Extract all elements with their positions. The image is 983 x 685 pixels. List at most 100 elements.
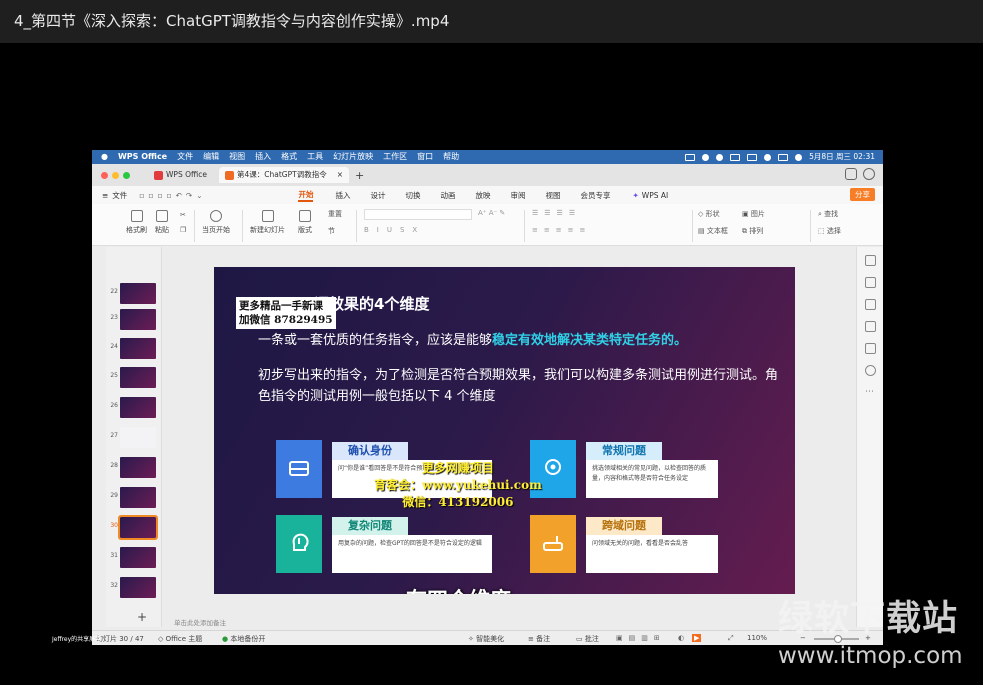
current-slide[interactable]: 词效果的4个维度 一条或一套优质的任务指令，应该是能够稳定有效地解决某类特定任务… (214, 267, 795, 594)
menubar-clock[interactable]: 5月8日 周三 02:31 (809, 150, 875, 164)
slide-thumbnail[interactable]: 25 (106, 365, 162, 391)
ribbon-file-menu[interactable]: 文件 (112, 190, 127, 201)
slide-thumbnail[interactable]: 31 (106, 545, 162, 571)
ribbon-tab-view[interactable]: 视图 (545, 190, 560, 201)
picture-button[interactable]: ▣ 图片 (742, 209, 765, 219)
zoom-level[interactable]: 110% (747, 634, 767, 642)
moon-icon[interactable] (716, 153, 724, 161)
smart-beautify-button[interactable]: ✧ 智能美化 (468, 634, 504, 644)
comments-button[interactable]: ▭ 批注 (576, 634, 599, 644)
slide-thumbnail[interactable]: 23 (106, 307, 162, 333)
font-style-buttons[interactable]: BIUSX (364, 226, 425, 234)
copy-icon[interactable]: ❐ (180, 226, 186, 234)
ribbon-tab-insert[interactable]: 插入 (335, 190, 350, 201)
camera-icon[interactable] (747, 153, 758, 161)
menubar-item[interactable]: 帮助 (443, 150, 459, 164)
new-slide-button[interactable]: 新建幻灯片 (250, 210, 285, 235)
tab-home[interactable]: WPS Office (148, 167, 213, 183)
paste-button[interactable]: 粘贴 (155, 210, 169, 235)
wps-ai-button[interactable]: WPS AI (642, 191, 668, 200)
slide-canvas[interactable]: 词效果的4个维度 一条或一套优质的任务指令，应该是能够稳定有效地解决某类特定任务… (162, 247, 856, 617)
properties-icon[interactable] (865, 255, 876, 266)
menubar-item[interactable]: 插入 (255, 150, 271, 164)
ribbon-tab-design[interactable]: 设计 (370, 190, 385, 201)
wps-ai-icon[interactable]: ✦ (632, 191, 638, 200)
ribbon-tab-transition[interactable]: 切换 (405, 190, 420, 201)
search-icon[interactable] (795, 153, 803, 161)
battery-icon[interactable] (778, 153, 789, 161)
font-size-buttons[interactable]: A⁺ A⁻ ✎ (478, 209, 505, 217)
minimize-window-icon[interactable] (112, 171, 119, 179)
sidebar-toggle-icon[interactable] (845, 168, 857, 180)
maximize-window-icon[interactable] (123, 171, 130, 179)
slide-thumbnail[interactable]: 27 (106, 425, 162, 451)
share-button[interactable]: 分享 (850, 188, 875, 201)
menubar-item[interactable]: 编辑 (203, 150, 219, 164)
slide-thumbnail[interactable]: 22 (106, 281, 162, 307)
view-mode-buttons[interactable]: ▣▤▥⊞ (616, 634, 666, 642)
reset-button[interactable]: 重置 (328, 209, 342, 219)
read-mode-icon[interactable]: ◐ (678, 634, 684, 642)
backup-indicator[interactable]: ● 本地备份开 (222, 634, 265, 644)
menubar-item[interactable]: 文件 (177, 150, 193, 164)
ribbon-tab-review[interactable]: 审阅 (510, 190, 525, 201)
format-painter-button[interactable]: 格式刷 (126, 210, 147, 235)
ribbon-tab-animation[interactable]: 动画 (440, 190, 455, 201)
slide-thumbnail-panel: 22 23 24 25 26 27 28 29 30 31 32 + (106, 247, 162, 627)
new-tab-icon[interactable]: + (355, 169, 364, 182)
ribbon-tab-home[interactable]: 开始 (298, 189, 314, 202)
start-current-slide-button[interactable]: 当页开始 (202, 210, 230, 235)
history-icon[interactable] (865, 365, 876, 376)
section-button[interactable]: 节 (328, 226, 335, 236)
ribbon-tab-member[interactable]: 会员专享 (580, 190, 610, 201)
close-tab-icon[interactable]: × (337, 167, 343, 183)
menubar-item[interactable]: 视图 (229, 150, 245, 164)
layout-button[interactable]: 版式 (298, 210, 312, 235)
paragraph-list-buttons[interactable]: ☰☰☰☰ (532, 209, 581, 217)
play-slideshow-icon[interactable]: ▶ (692, 634, 702, 642)
quick-access-icons[interactable]: ▫▫▫▫↶↷⌄ (139, 191, 206, 200)
fit-window-icon[interactable]: ⤢ (728, 634, 734, 643)
slide-thumbnail[interactable]: 32 (106, 575, 162, 601)
textbox-button[interactable]: ▤ 文本框 (698, 226, 728, 236)
layers-icon[interactable] (865, 343, 876, 354)
more-icon[interactable]: ⋯ (865, 387, 876, 398)
menubar-item[interactable]: 工作区 (383, 150, 407, 164)
copy-icon[interactable] (865, 321, 876, 332)
star-icon[interactable] (865, 299, 876, 310)
ribbon-tab-slideshow[interactable]: 放映 (475, 190, 490, 201)
paragraph-align-buttons[interactable]: ≡≡≡≡≡ (532, 226, 591, 234)
arrange-button[interactable]: ⧉ 排列 (742, 226, 763, 236)
menubar-item[interactable]: 幻灯片放映 (333, 150, 373, 164)
theme-indicator[interactable]: ◇ Office 主题 (158, 634, 202, 644)
menubar-item[interactable]: 格式 (281, 150, 297, 164)
tab-document[interactable]: 第4课：ChatGPT调教指令 × (218, 167, 349, 183)
notes-placeholder[interactable]: 单击此处添加备注 (174, 617, 226, 627)
video-frame[interactable]: ● WPS Office 文件 编辑 视图 插入 格式 工具 幻灯片放映 工作区… (92, 150, 883, 645)
wechat-icon[interactable] (702, 153, 710, 161)
menubar-app-name[interactable]: WPS Office (118, 150, 167, 164)
find-button[interactable]: ⌕ 查找 (818, 209, 838, 219)
slide-thumbnail[interactable]: 24 (106, 336, 162, 362)
add-slide-icon[interactable]: + (137, 610, 147, 624)
adjust-icon[interactable] (865, 277, 876, 288)
slide-thumbnail-selected[interactable]: 30 (106, 515, 162, 541)
display-icon[interactable] (730, 153, 741, 161)
cut-icon[interactable]: ✂ (180, 211, 186, 219)
user-avatar[interactable] (863, 168, 875, 180)
close-window-icon[interactable] (101, 171, 108, 179)
slide-thumbnail[interactable]: 26 (106, 395, 162, 421)
wifi-icon[interactable] (764, 153, 772, 161)
menubar-item[interactable]: 工具 (307, 150, 323, 164)
apple-icon[interactable]: ● (101, 150, 108, 164)
slide-thumbnail[interactable]: 29 (106, 485, 162, 511)
notes-toggle-button[interactable]: ≡ 备注 (528, 634, 550, 644)
shape-button[interactable]: ◇ 形状 (698, 209, 720, 219)
font-family-select[interactable] (364, 209, 472, 220)
menubar-status-area: 5月8日 周三 02:31 (685, 150, 875, 164)
select-button[interactable]: ⬚ 选择 (818, 226, 841, 236)
menubar-item[interactable]: 窗口 (417, 150, 433, 164)
hamburger-menu-icon[interactable]: ≡ (102, 191, 108, 200)
slide-thumbnail[interactable]: 28 (106, 455, 162, 481)
screen-share-icon[interactable] (685, 153, 696, 161)
